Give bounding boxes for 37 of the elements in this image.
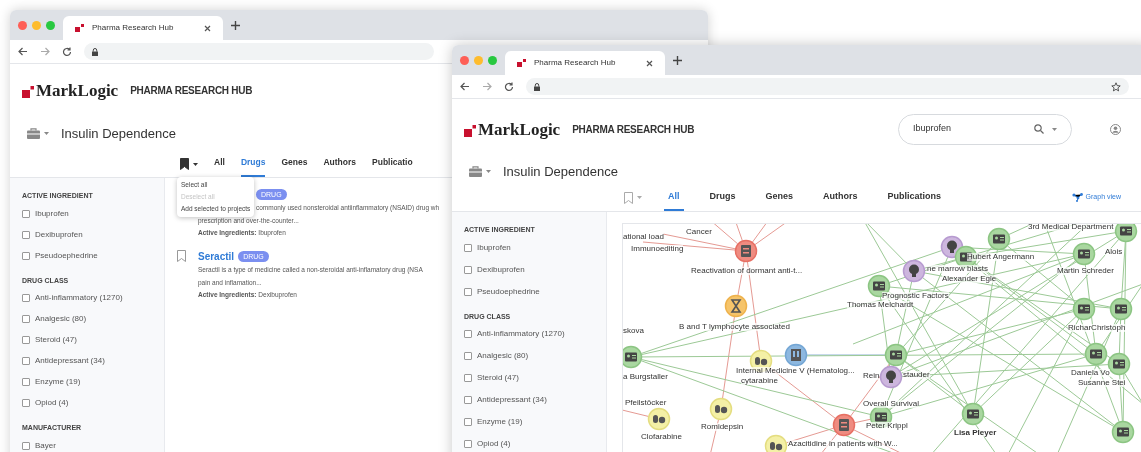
node-label: Romidepsin bbox=[701, 423, 744, 431]
node-label: Internal Medicine V (Hematolog... bbox=[736, 367, 855, 375]
node-label: Reactivation of dormant anti-t... bbox=[691, 267, 803, 275]
node-label: Prognostic Factors bbox=[882, 292, 949, 300]
node-label: Rein bbox=[863, 372, 880, 380]
node-label: Pfeilstöcker bbox=[625, 399, 667, 407]
product-name: PHARMA RESEARCH HUB bbox=[130, 83, 253, 98]
node-label: Alexander Egle bbox=[942, 275, 997, 283]
project-title: Insulin Dependence bbox=[503, 162, 618, 181]
node-label: skova bbox=[623, 327, 644, 335]
tab-title: Pharma Research Hub bbox=[92, 22, 175, 34]
node-label: a Burgstaller bbox=[623, 373, 668, 381]
logo-wordmark: MarkLogic bbox=[478, 120, 561, 138]
node-label: Martin Schreder bbox=[1057, 267, 1114, 275]
node-label: RicharChristoph bbox=[1068, 324, 1126, 332]
node-label: Hubert Angermann bbox=[967, 253, 1035, 261]
node-label: Azacitidine in patients with W... bbox=[788, 440, 898, 448]
node-label: Daniela Vo bbox=[1071, 369, 1110, 377]
node-label: Susanne Stei bbox=[1078, 379, 1126, 387]
node-label: Overall Survival bbox=[863, 400, 919, 408]
node-label: Alois bbox=[1105, 248, 1123, 256]
node-label: B and T lymphocyte associated bbox=[679, 323, 790, 331]
tab-title: Pharma Research Hub bbox=[534, 57, 617, 69]
node-label: Thomas Melchardt bbox=[847, 301, 914, 309]
project-title: Insulin Dependence bbox=[61, 124, 176, 143]
node-label: cytarabine bbox=[741, 377, 778, 385]
node-label: ne marrow blasts bbox=[927, 265, 988, 273]
product-name: PHARMA RESEARCH HUB bbox=[572, 122, 695, 137]
node-label: stauder bbox=[903, 371, 930, 379]
node-label: Peter Krippl bbox=[866, 422, 908, 430]
node-label: Clofarabine bbox=[641, 433, 682, 441]
node-label: Immunoediting bbox=[631, 245, 684, 253]
logo-wordmark: MarkLogic bbox=[36, 81, 119, 99]
node-label: Cancer bbox=[686, 228, 712, 236]
node-label: 3rd Medical Department bbox=[1028, 224, 1114, 231]
node-label: ational load bbox=[623, 233, 664, 241]
node-label: Lisa Pleyer bbox=[954, 429, 997, 437]
